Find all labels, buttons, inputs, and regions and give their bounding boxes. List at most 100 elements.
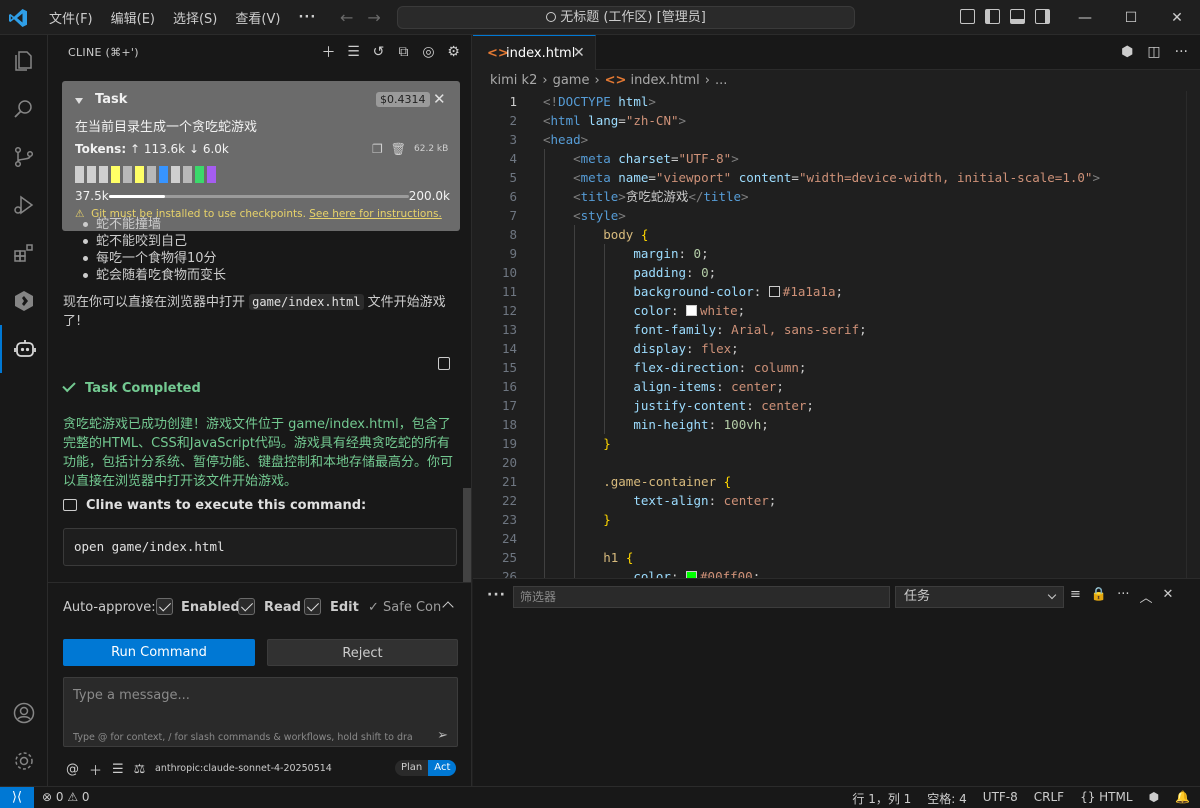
- code-editor[interactable]: 1 2 3 4 5 6 7 8 9 10 11 12 13 14 15 16 17 18 19 20 21 22 23 24 2…: [473, 91, 1200, 578]
- rules-icon[interactable]: ⚖: [134, 762, 146, 777]
- add-icon[interactable]: ＋: [89, 760, 102, 779]
- tokens-label: Tokens:: [75, 142, 127, 156]
- account-icon[interactable]: [0, 689, 48, 737]
- enabled-checkbox[interactable]: [156, 598, 173, 615]
- collapse-caret-icon[interactable]: [75, 98, 83, 104]
- rules-list: 蛇不能撞墙 蛇不能咬到自己 每吃一个食物得10分 蛇会随着吃食物而变长: [78, 216, 226, 284]
- account-circle-icon[interactable]: ◎: [420, 43, 437, 60]
- history-icon[interactable]: ↺: [370, 43, 387, 60]
- trash-icon[interactable]: 🗑: [391, 142, 406, 156]
- copy-message-icon[interactable]: [438, 357, 450, 370]
- input-tools: @ ＋ ☰ ⚖: [66, 760, 145, 779]
- server-icon[interactable]: ☰: [112, 762, 124, 777]
- tokens-in: ↑ 113.6k: [129, 142, 186, 156]
- breadcrumb-item[interactable]: game: [553, 73, 590, 88]
- color-swatch[interactable]: [768, 286, 780, 297]
- plan-mode[interactable]: Plan: [395, 760, 429, 776]
- message-input[interactable]: Type a message... Type @ for context, / …: [63, 677, 458, 747]
- search-icon: [546, 12, 557, 22]
- at-mention-icon[interactable]: @: [66, 762, 79, 777]
- toggle-primary-sidebar-icon[interactable]: [985, 9, 1000, 24]
- color-swatch[interactable]: [686, 305, 698, 316]
- settings-icon[interactable]: ⚙: [445, 43, 462, 60]
- language-mode[interactable]: {} HTML: [1080, 790, 1132, 807]
- reject-button[interactable]: Reject: [267, 639, 458, 666]
- close-window-icon[interactable]: ✕: [1154, 0, 1200, 35]
- menu-edit[interactable]: 编辑(E): [102, 8, 164, 27]
- open-in-editor-icon[interactable]: ⧉: [395, 43, 412, 60]
- settings-gear-icon[interactable]: [0, 737, 48, 785]
- breadcrumb-item[interactable]: kimi k2: [490, 73, 537, 88]
- filter-input[interactable]: 筛选器: [513, 586, 890, 608]
- cline-status-icon[interactable]: ⬢: [1149, 790, 1159, 807]
- more-actions-icon[interactable]: ···: [1175, 44, 1188, 60]
- panel-more-icon[interactable]: ···: [487, 587, 506, 603]
- new-task-icon[interactable]: ＋: [320, 43, 337, 61]
- problems-indicator[interactable]: ⊗ 0 ⚠ 0: [42, 790, 90, 804]
- source-control-icon[interactable]: [0, 133, 48, 181]
- cursor-position[interactable]: 行 1，列 1: [852, 790, 911, 807]
- command-center[interactable]: 无标题 (工作区) [管理员]: [397, 6, 855, 29]
- message-hint: Type @ for context, / for slash commands…: [73, 732, 413, 743]
- clear-output-icon[interactable]: ≡: [1070, 587, 1081, 606]
- menu-more[interactable]: ···: [289, 10, 325, 25]
- copy-icon[interactable]: ❐: [372, 142, 383, 156]
- context-max: 200.0k: [408, 189, 450, 203]
- tab-index-html[interactable]: <> index.html ✕: [473, 35, 596, 70]
- toggle-secondary-sidebar-icon[interactable]: [1035, 9, 1050, 24]
- split-editor-icon[interactable]: ◫: [1147, 44, 1160, 60]
- message-text: 现在你可以直接在浏览器中打开: [63, 295, 246, 310]
- edit-checkbox[interactable]: [304, 598, 321, 615]
- panel-overflow-icon[interactable]: ···: [1117, 587, 1129, 606]
- chevron-up-icon[interactable]: [442, 601, 454, 613]
- editor-scrollbar[interactable]: [1186, 91, 1200, 578]
- act-mode[interactable]: Act: [428, 760, 457, 776]
- breadcrumb-item[interactable]: index.html: [630, 73, 699, 88]
- back-arrow-icon[interactable]: ←: [340, 8, 353, 27]
- menu-file[interactable]: 文件(F): [40, 8, 102, 27]
- close-tab-icon[interactable]: ✕: [573, 45, 585, 61]
- inline-code: game/index.html: [249, 294, 364, 310]
- cline-robot-icon[interactable]: [0, 325, 48, 373]
- notifications-bell-icon[interactable]: 🔔: [1175, 790, 1190, 807]
- edit-label: Edit: [330, 600, 359, 615]
- warning-link[interactable]: See here for instructions.: [309, 208, 442, 220]
- plan-act-toggle[interactable]: Plan Act: [395, 760, 457, 776]
- breadcrumb: kimi k2 › game › <> index.html ›...: [490, 73, 728, 88]
- menu-view[interactable]: 查看(V): [226, 8, 289, 27]
- breadcrumb-item[interactable]: ...: [715, 73, 727, 88]
- color-swatch[interactable]: [686, 571, 698, 578]
- forward-arrow-icon[interactable]: →: [367, 8, 380, 27]
- sidebar-scrollbar[interactable]: [463, 488, 471, 582]
- extensions-icon[interactable]: [0, 229, 48, 277]
- search-icon[interactable]: [0, 85, 48, 133]
- run-debug-icon[interactable]: [0, 181, 48, 229]
- encoding[interactable]: UTF-8: [983, 790, 1018, 807]
- menu-selection[interactable]: 选择(S): [164, 8, 226, 27]
- close-panel-icon[interactable]: ✕: [1163, 587, 1174, 606]
- remote-icon[interactable]: ⟩⟨: [0, 787, 34, 808]
- explorer-icon[interactable]: [0, 37, 48, 85]
- customize-layout-icon[interactable]: [960, 9, 975, 24]
- read-checkbox[interactable]: [238, 598, 255, 615]
- toggle-panel-icon[interactable]: [1010, 9, 1025, 24]
- context-block: [135, 166, 144, 183]
- maximize-icon[interactable]: ☐: [1108, 0, 1154, 35]
- maximize-panel-icon[interactable]: ︿: [1140, 587, 1153, 606]
- check-icon: [62, 378, 76, 393]
- model-selector[interactable]: anthropic:claude-sonnet-4-20250514: [155, 763, 332, 774]
- status-right: 行 1，列 1 空格: 4 UTF-8 CRLF {} HTML ⬢ 🔔: [852, 790, 1190, 807]
- container-extension-icon[interactable]: [0, 277, 48, 325]
- close-task-icon[interactable]: ✕: [433, 90, 446, 108]
- bottom-panel: ··· 筛选器 任务 ≡ 🔒 ··· ︿ ✕: [473, 578, 1200, 786]
- run-command-button[interactable]: Run Command: [63, 639, 255, 666]
- line-ending[interactable]: CRLF: [1034, 790, 1064, 807]
- activity-bar: [0, 35, 48, 786]
- task-select[interactable]: 任务: [895, 586, 1064, 608]
- minimize-icon[interactable]: —: [1062, 0, 1108, 35]
- cline-editor-icon[interactable]: ⬢: [1121, 44, 1133, 60]
- indentation[interactable]: 空格: 4: [927, 790, 967, 807]
- send-icon[interactable]: ➢: [437, 728, 448, 743]
- lock-icon[interactable]: 🔒: [1091, 587, 1107, 606]
- mcp-servers-icon[interactable]: ☰: [345, 43, 362, 60]
